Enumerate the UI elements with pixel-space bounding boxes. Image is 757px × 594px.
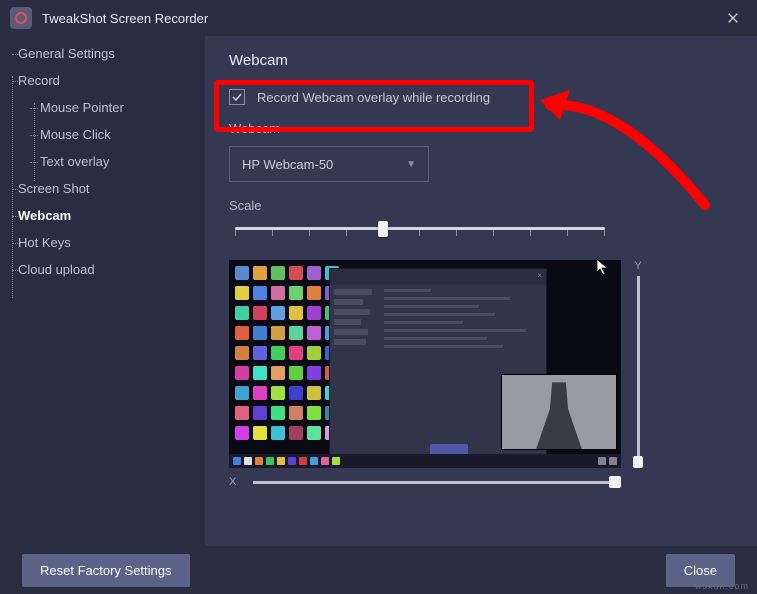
titlebar: TweakShot Screen Recorder xyxy=(0,0,757,36)
webcam-overlay-preview xyxy=(501,374,617,450)
sidebar-item-general-settings[interactable]: General Settings xyxy=(18,40,205,67)
webcam-dropdown-value: HP Webcam-50 xyxy=(242,157,333,172)
check-icon xyxy=(232,92,242,102)
sidebar-item-hot-keys[interactable]: Hot Keys xyxy=(18,229,205,256)
axis-y-label: Y xyxy=(634,260,641,272)
axis-x-label: X xyxy=(229,476,241,488)
app-title: TweakShot Screen Recorder xyxy=(42,11,208,26)
window-close-button[interactable] xyxy=(719,4,747,32)
watermark: wsxdn.com xyxy=(695,581,749,591)
preview-area: × xyxy=(229,260,733,490)
scale-slider-thumb[interactable] xyxy=(378,221,388,237)
x-position-slider[interactable]: X xyxy=(229,476,621,488)
webcam-preview: × xyxy=(229,260,621,468)
footer: Reset Factory Settings Close xyxy=(0,546,757,594)
x-slider-thumb[interactable] xyxy=(609,476,621,488)
webcam-dropdown[interactable]: HP Webcam-50 ▼ xyxy=(229,146,429,182)
close-icon xyxy=(726,11,740,25)
record-overlay-row: Record Webcam overlay while recording xyxy=(229,89,733,105)
y-slider-thumb[interactable] xyxy=(633,456,643,468)
sidebar-item-mouse-pointer[interactable]: Mouse Pointer xyxy=(40,94,205,121)
scale-label: Scale xyxy=(229,198,733,213)
chevron-down-icon: ▼ xyxy=(406,159,416,170)
sidebar-item-cloud-upload[interactable]: Cloud upload xyxy=(18,256,205,283)
sidebar-item-record[interactable]: Record xyxy=(18,67,205,94)
sidebar-item-screen-shot[interactable]: Screen Shot xyxy=(18,175,205,202)
page-title: Webcam xyxy=(229,52,733,69)
reset-factory-button[interactable]: Reset Factory Settings xyxy=(22,554,190,587)
record-overlay-checkbox[interactable] xyxy=(229,89,245,105)
webcam-select-label: Webcam xyxy=(229,121,733,136)
y-position-slider[interactable]: Y xyxy=(629,260,647,468)
sidebar-item-webcam[interactable]: Webcam xyxy=(18,202,205,229)
sidebar-item-text-overlay[interactable]: Text overlay xyxy=(40,148,205,175)
content-pane: Webcam Record Webcam overlay while recor… xyxy=(205,36,757,546)
scale-slider[interactable] xyxy=(235,227,605,230)
record-overlay-label: Record Webcam overlay while recording xyxy=(257,90,490,105)
sidebar-item-mouse-click[interactable]: Mouse Click xyxy=(40,121,205,148)
sidebar: General Settings Record Mouse Pointer Mo… xyxy=(0,36,205,546)
app-icon xyxy=(10,7,32,29)
